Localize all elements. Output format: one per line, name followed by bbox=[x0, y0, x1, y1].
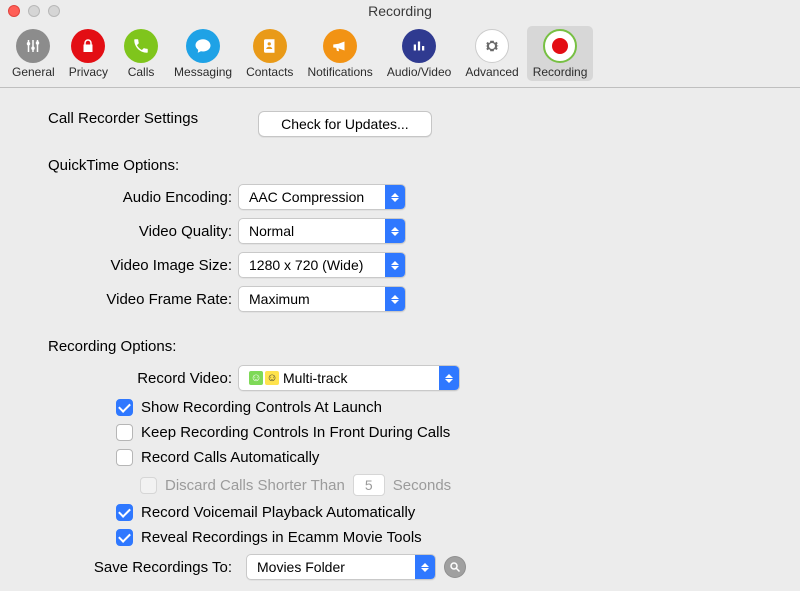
phone-icon bbox=[124, 29, 158, 63]
save-recordings-label: Save Recordings To: bbox=[48, 559, 238, 576]
tab-notifications[interactable]: Notifications bbox=[301, 26, 378, 81]
audio-encoding-value: AAC Compression bbox=[239, 189, 385, 205]
tab-label: Recording bbox=[533, 65, 588, 79]
record-calls-auto-checkbox[interactable]: Record Calls Automatically bbox=[116, 449, 800, 466]
tab-label: Privacy bbox=[69, 65, 108, 79]
checkbox-label: Record Voicemail Playback Automatically bbox=[141, 504, 415, 521]
video-image-size-value: 1280 x 720 (Wide) bbox=[239, 257, 385, 273]
checkbox-label: Record Calls Automatically bbox=[141, 449, 319, 466]
video-image-size-label: Video Image Size: bbox=[48, 257, 238, 274]
tab-messaging[interactable]: Messaging bbox=[168, 26, 238, 81]
lock-icon bbox=[71, 29, 105, 63]
tab-label: Contacts bbox=[246, 65, 293, 79]
recording-options-heading: Recording Options: bbox=[48, 338, 800, 355]
reveal-recordings-checkbox[interactable]: Reveal Recordings in Ecamm Movie Tools bbox=[116, 529, 800, 546]
record-video-value: Multi-track bbox=[283, 370, 348, 386]
video-image-size-popup[interactable]: 1280 x 720 (Wide) bbox=[238, 252, 406, 278]
tab-recording[interactable]: Recording bbox=[527, 26, 594, 81]
discard-seconds-input bbox=[353, 474, 385, 496]
tab-label: Advanced bbox=[465, 65, 518, 79]
discard-prefix: Discard Calls Shorter Than bbox=[165, 477, 345, 494]
tab-label: Calls bbox=[128, 65, 155, 79]
chevron-updown-icon bbox=[385, 219, 405, 243]
video-quality-label: Video Quality: bbox=[48, 223, 238, 240]
keep-controls-front-checkbox[interactable]: Keep Recording Controls In Front During … bbox=[116, 424, 800, 441]
record-video-label: Record Video: bbox=[48, 370, 238, 387]
save-location-popup[interactable]: Movies Folder bbox=[246, 554, 436, 580]
chevron-updown-icon bbox=[385, 185, 405, 209]
tab-label: Messaging bbox=[174, 65, 232, 79]
tab-general[interactable]: General bbox=[6, 26, 61, 81]
checkbox-icon bbox=[116, 399, 133, 416]
call-recorder-heading: Call Recorder Settings bbox=[48, 110, 198, 127]
discard-short-calls-row: Discard Calls Shorter Than Seconds bbox=[140, 474, 800, 496]
chevron-updown-icon bbox=[385, 253, 405, 277]
show-controls-launch-checkbox[interactable]: Show Recording Controls At Launch bbox=[116, 399, 800, 416]
video-quality-value: Normal bbox=[239, 223, 385, 239]
checkbox-icon bbox=[116, 504, 133, 521]
close-icon[interactable] bbox=[8, 5, 20, 17]
quicktime-heading: QuickTime Options: bbox=[48, 157, 800, 174]
checkbox-label: Show Recording Controls At Launch bbox=[141, 399, 382, 416]
zoom-icon bbox=[48, 5, 60, 17]
save-location-value: Movies Folder bbox=[247, 559, 415, 575]
book-icon bbox=[253, 29, 287, 63]
tab-privacy[interactable]: Privacy bbox=[63, 26, 114, 81]
record-voicemail-checkbox[interactable]: Record Voicemail Playback Automatically bbox=[116, 504, 800, 521]
checkbox-icon bbox=[116, 529, 133, 546]
slider-icon bbox=[16, 29, 50, 63]
multitrack-icon: ☺☺ bbox=[249, 371, 279, 385]
minimize-icon bbox=[28, 5, 40, 17]
checkbox-icon bbox=[116, 424, 133, 441]
discard-suffix: Seconds bbox=[393, 477, 451, 494]
chat-icon bbox=[186, 29, 220, 63]
check-updates-button[interactable]: Check for Updates... bbox=[258, 111, 432, 137]
tab-contacts[interactable]: Contacts bbox=[240, 26, 299, 81]
tab-label: General bbox=[12, 65, 55, 79]
checkbox-icon bbox=[140, 477, 157, 494]
chevron-updown-icon bbox=[385, 287, 405, 311]
checkbox-label: Reveal Recordings in Ecamm Movie Tools bbox=[141, 529, 422, 546]
tab-advanced[interactable]: Advanced bbox=[459, 26, 524, 81]
video-frame-rate-popup[interactable]: Maximum bbox=[238, 286, 406, 312]
record-video-popup[interactable]: ☺☺ Multi-track bbox=[238, 365, 460, 391]
window-title: Recording bbox=[0, 3, 800, 19]
titlebar: Recording bbox=[0, 0, 800, 22]
gear-icon bbox=[475, 29, 509, 63]
audio-encoding-label: Audio Encoding: bbox=[48, 189, 238, 206]
video-frame-rate-label: Video Frame Rate: bbox=[48, 291, 238, 308]
tab-label: Audio/Video bbox=[387, 65, 452, 79]
tab-audio-video[interactable]: Audio/Video bbox=[381, 26, 458, 81]
recording-pane: Call Recorder Settings Check for Updates… bbox=[0, 88, 800, 580]
reveal-in-finder-button[interactable] bbox=[444, 556, 466, 578]
video-quality-popup[interactable]: Normal bbox=[238, 218, 406, 244]
search-icon bbox=[449, 561, 461, 573]
checkbox-icon bbox=[116, 449, 133, 466]
record-icon bbox=[543, 29, 577, 63]
preferences-toolbar: General Privacy Calls Messaging Contacts… bbox=[0, 22, 800, 88]
equalizer-icon bbox=[402, 29, 436, 63]
megaphone-icon bbox=[323, 29, 357, 63]
window-controls bbox=[8, 5, 60, 17]
audio-encoding-popup[interactable]: AAC Compression bbox=[238, 184, 406, 210]
tab-calls[interactable]: Calls bbox=[116, 26, 166, 81]
video-frame-rate-value: Maximum bbox=[239, 291, 385, 307]
checkbox-label: Keep Recording Controls In Front During … bbox=[141, 424, 450, 441]
chevron-updown-icon bbox=[415, 555, 435, 579]
chevron-updown-icon bbox=[439, 366, 459, 390]
tab-label: Notifications bbox=[307, 65, 372, 79]
